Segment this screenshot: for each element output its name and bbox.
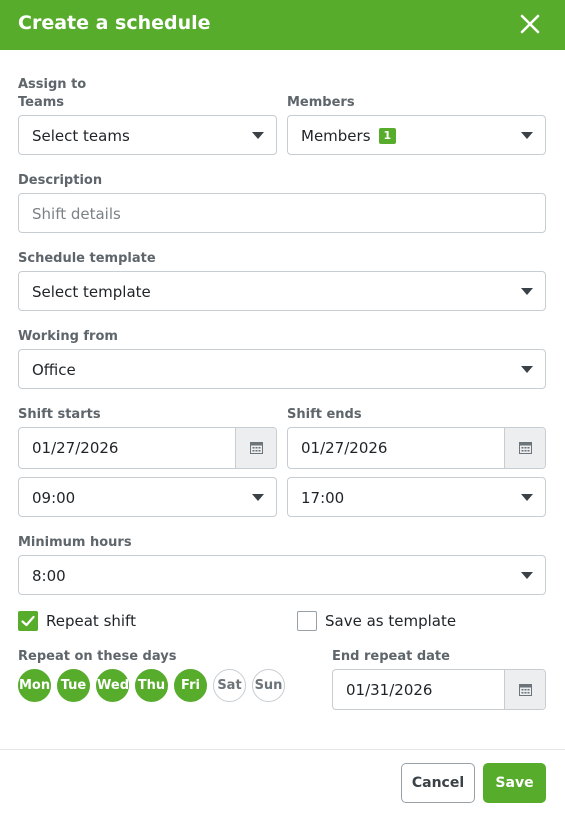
repeat-shift-label: Repeat shift [46,612,136,630]
teams-select[interactable]: Select teams [18,115,277,155]
calendar-icon [519,684,532,696]
description-label: Description [18,173,103,188]
working-from-label: Working from [18,329,118,344]
calendar-icon [519,442,532,454]
modal-header: Create a schedule [0,0,565,50]
schedule-template-select[interactable]: Select template [18,271,546,311]
assign-to-label: Assign to [18,77,87,92]
chevron-down-icon [252,494,264,501]
chevron-down-icon [521,132,533,139]
chevron-down-icon [521,494,533,501]
save-as-template-label: Save as template [325,612,457,630]
members-select[interactable]: Members 1 [287,115,546,155]
members-select-value: Members [301,127,371,145]
teams-label: Teams [18,95,65,110]
cancel-button[interactable]: Cancel [401,763,475,803]
calendar-button[interactable] [504,670,545,709]
close-icon[interactable] [519,13,541,35]
calendar-button[interactable] [235,428,276,468]
day-wed[interactable]: Wed [96,669,129,702]
modal-title: Create a schedule [18,12,211,34]
day-sat[interactable]: Sat [213,669,246,702]
footer-divider [0,749,565,750]
description-input[interactable]: Shift details [18,193,546,233]
shift-start-date-value: 01/27/2026 [32,439,119,457]
shift-end-date-input[interactable]: 01/27/2026 [287,427,546,469]
shift-start-date-input[interactable]: 01/27/2026 [18,427,277,469]
end-repeat-date-value: 01/31/2026 [346,681,433,699]
repeat-days-label: Repeat on these days [18,649,177,664]
working-from-value: Office [32,361,76,379]
schedule-template-label: Schedule template [18,251,156,266]
end-repeat-date-label: End repeat date [332,649,450,664]
shift-start-time-value: 09:00 [32,489,76,507]
chevron-down-icon [521,366,533,373]
day-thu[interactable]: Thu [135,669,168,702]
shift-end-time-select[interactable]: 17:00 [287,477,546,517]
description-placeholder: Shift details [32,205,121,223]
save-button[interactable]: Save [483,763,546,803]
chevron-down-icon [521,572,533,579]
members-count-badge: 1 [378,128,397,144]
chevron-down-icon [252,132,264,139]
members-label: Members [287,95,355,110]
day-sun[interactable]: Sun [252,669,285,702]
calendar-button[interactable] [504,428,545,468]
minimum-hours-select[interactable]: 8:00 [18,555,546,595]
shift-end-time-value: 17:00 [301,489,345,507]
calendar-icon [250,442,263,454]
chevron-down-icon [521,288,533,295]
schedule-template-value: Select template [32,283,151,301]
shift-end-date-value: 01/27/2026 [301,439,388,457]
shift-ends-label: Shift ends [287,407,362,422]
repeat-shift-checkbox[interactable] [18,611,38,631]
save-as-template-checkbox[interactable] [297,611,317,631]
minimum-hours-value: 8:00 [32,567,66,585]
shift-starts-label: Shift starts [18,407,101,422]
shift-start-time-select[interactable]: 09:00 [18,477,277,517]
day-mon[interactable]: Mon [18,669,51,702]
end-repeat-date-input[interactable]: 01/31/2026 [332,669,546,710]
teams-select-value: Select teams [32,127,130,145]
working-from-select[interactable]: Office [18,349,546,389]
checkmark-icon [21,615,35,627]
day-tue[interactable]: Tue [57,669,90,702]
day-fri[interactable]: Fri [174,669,207,702]
members-select-text: Members 1 [301,127,397,145]
minimum-hours-label: Minimum hours [18,535,132,550]
